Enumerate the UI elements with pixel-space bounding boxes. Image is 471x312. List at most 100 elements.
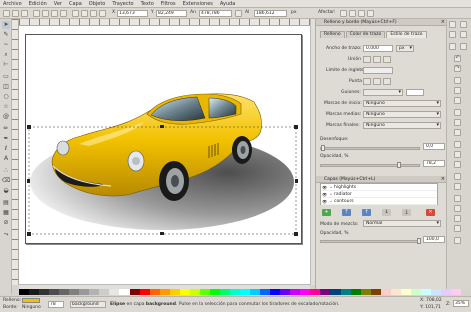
tweak-tool-icon[interactable]: ~ [2, 41, 10, 49]
palette-swatch[interactable] [350, 289, 361, 295]
list-item[interactable]: 👁 • contours [321, 198, 437, 205]
menu-filters[interactable]: Filtros [161, 1, 176, 7]
lower-icon[interactable] [81, 10, 88, 17]
raise-top-icon[interactable] [99, 10, 106, 17]
rotate-ccw-icon[interactable] [33, 10, 40, 17]
miter-field[interactable] [363, 67, 393, 74]
palette-swatch[interactable] [370, 289, 381, 295]
blend-select[interactable]: Normal [363, 220, 441, 227]
move-gradient-icon[interactable] [358, 10, 365, 17]
lock-ratio-icon[interactable] [235, 10, 242, 17]
front-wheel[interactable] [159, 161, 189, 201]
preferences-icon[interactable] [454, 237, 461, 244]
menu-layer[interactable]: Capa [69, 1, 82, 7]
fill-stroke-title[interactable]: Relleno y borde (Mayús+Ctrl+F) × [316, 19, 447, 26]
palette-swatch[interactable] [430, 289, 441, 295]
group-icon[interactable] [454, 173, 461, 180]
list-item[interactable]: 👁 • highlights [321, 184, 437, 191]
palette-swatch[interactable] [229, 289, 241, 295]
box3d-tool-icon[interactable]: ◫ [2, 83, 10, 91]
unit-select[interactable]: px [291, 10, 297, 15]
palette-swatch[interactable] [330, 289, 341, 295]
raise-icon[interactable] [90, 10, 97, 17]
menu-text[interactable]: Texto [141, 1, 154, 7]
palette-swatch[interactable] [159, 289, 170, 295]
menu-object[interactable]: Objeto [89, 1, 106, 7]
eye-icon[interactable]: 👁 [321, 192, 328, 197]
spiral-tool-icon[interactable]: @ [2, 113, 10, 121]
zoom-selection-icon[interactable] [454, 109, 461, 116]
clone-icon[interactable] [454, 151, 461, 158]
ungroup-icon[interactable] [454, 183, 461, 190]
measure-tool-icon[interactable]: ⊢ [2, 61, 10, 69]
flip-horizontal-icon[interactable] [51, 10, 58, 17]
fill-stroke-icon[interactable] [454, 195, 461, 202]
undo-icon[interactable]: ↶ [454, 55, 461, 62]
palette-swatch[interactable] [390, 289, 401, 295]
menu-view[interactable]: Ver [54, 1, 62, 7]
palette-swatch[interactable] [310, 289, 321, 295]
eye-icon[interactable]: 👁 [321, 199, 328, 204]
layer-opacity-field[interactable]: 100,0 [423, 236, 445, 243]
vertical-ruler[interactable] [12, 19, 19, 285]
cap-butt-icon[interactable] [363, 78, 371, 85]
palette-swatch[interactable] [19, 289, 30, 295]
ellipse-tool-icon[interactable]: ○ [2, 93, 10, 101]
x-field[interactable]: 13,673 [117, 10, 148, 17]
menu-path[interactable]: Trayecto [112, 1, 133, 7]
zoom-tool-icon[interactable]: ⌕ [2, 51, 10, 59]
palette-swatch[interactable] [250, 289, 261, 295]
tab-stroke-paint[interactable]: Color de trazo [345, 31, 386, 38]
palette-swatch[interactable] [129, 289, 140, 295]
select-all-icon[interactable] [3, 10, 10, 17]
close-icon[interactable]: × [441, 176, 445, 183]
palette-swatch[interactable] [219, 289, 230, 295]
tab-fill[interactable]: Relleno [320, 31, 345, 38]
palette-swatch[interactable] [109, 289, 120, 295]
node-tool-icon[interactable]: ✎ [2, 31, 10, 39]
paste-icon[interactable] [454, 97, 461, 104]
flip-vertical-icon[interactable] [60, 10, 67, 17]
zoom-field[interactable]: 35% [453, 300, 469, 307]
palette-swatch[interactable] [260, 289, 271, 295]
start-marker-select[interactable]: Ninguno [363, 100, 441, 107]
open-file-icon[interactable] [460, 21, 467, 28]
eraser-tool-icon[interactable]: ⌫ [2, 177, 10, 185]
zoom-drawing-icon[interactable] [454, 119, 461, 126]
palette-swatch[interactable] [169, 289, 180, 295]
export-icon[interactable] [460, 43, 467, 50]
menu-extensions[interactable]: Extensiones [183, 1, 213, 7]
add-layer-icon[interactable]: + [322, 209, 331, 216]
palette-swatch[interactable] [340, 289, 351, 295]
raise-layer-top-icon[interactable]: ⤒ [342, 209, 351, 216]
palette-swatch[interactable] [189, 289, 200, 295]
palette-swatch[interactable] [119, 289, 130, 295]
palette-swatch[interactable] [39, 289, 50, 295]
drawing[interactable] [19, 26, 310, 284]
layer-select[interactable]: background [70, 301, 106, 308]
import-icon[interactable] [449, 43, 456, 50]
palette-swatch[interactable] [99, 289, 110, 295]
list-item[interactable]: 👁 • radiator [321, 191, 437, 198]
height-field[interactable]: 186,612 [254, 10, 287, 17]
text-font-icon[interactable] [454, 205, 461, 212]
raise-layer-icon[interactable]: ↑ [362, 209, 371, 216]
palette-swatch[interactable] [320, 289, 331, 295]
y-field[interactable]: 82,249 [156, 10, 187, 17]
opacity-dock-field[interactable]: 78,2 [423, 160, 445, 167]
layers-title[interactable]: Capas (Mayús+Ctrl+L) × [316, 176, 447, 183]
palette-swatch[interactable] [280, 289, 291, 295]
blur-field[interactable]: 0,0 [423, 143, 445, 150]
move-pattern-icon[interactable] [367, 10, 374, 17]
palette-swatch[interactable] [49, 289, 60, 295]
end-marker-select[interactable]: Ninguno [363, 122, 441, 129]
palette-swatch[interactable] [139, 289, 150, 295]
menu-help[interactable]: Ayuda [220, 1, 235, 7]
width-field[interactable]: 478,786 [199, 10, 232, 17]
opacity-field[interactable]: 78 [48, 301, 64, 308]
join-miter-icon[interactable] [363, 56, 371, 63]
align-distribute-icon[interactable] [454, 225, 461, 232]
palette-swatch[interactable] [199, 289, 210, 295]
select-all-layers-icon[interactable] [12, 10, 19, 17]
pen-tool-icon[interactable]: ✒ [2, 135, 10, 143]
